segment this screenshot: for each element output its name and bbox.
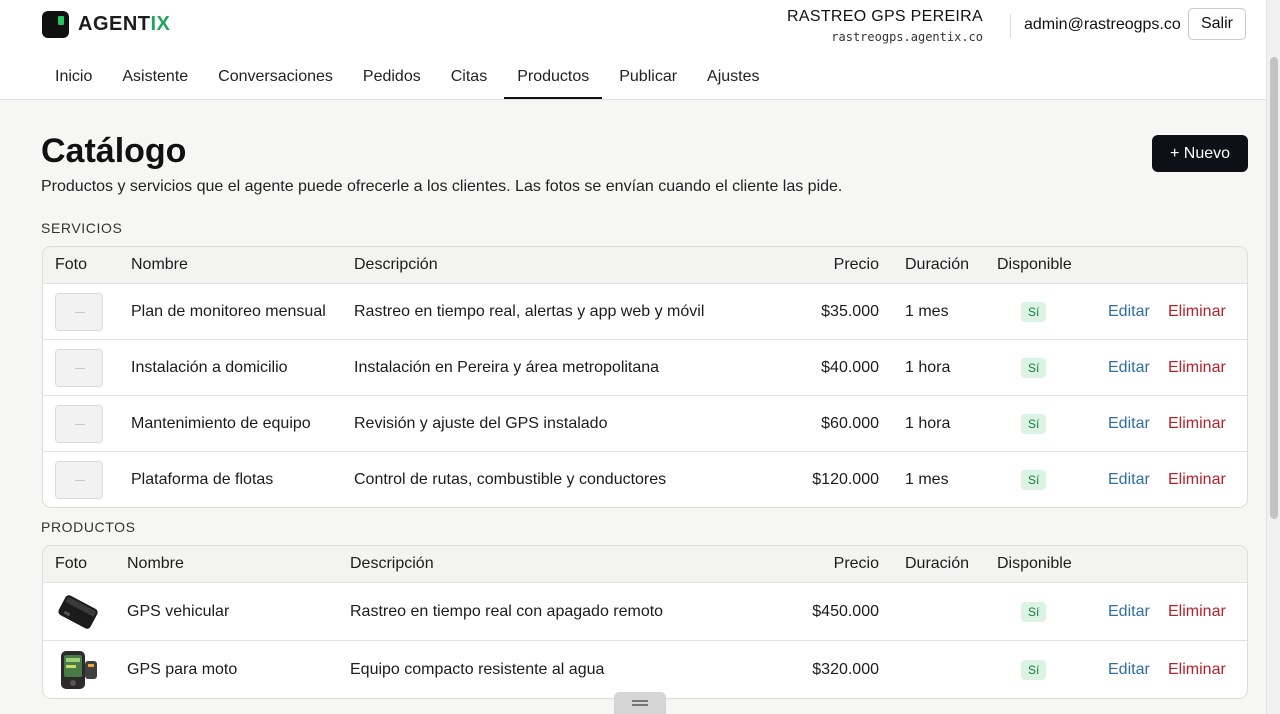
nav-item-publicar[interactable]: Publicar [606,60,690,99]
edit-link[interactable]: Editar [1108,661,1150,679]
gps-vehicle-device-icon[interactable] [55,591,101,633]
products-section-label: PRODUCTOS [41,519,136,535]
services-section-label: SERVICIOS [41,220,123,236]
item-price: $120.000 [812,470,879,488]
item-description: Rastreo en tiempo real, alertas y app we… [354,302,705,320]
new-item-button[interactable]: + Nuevo [1152,135,1248,172]
available-badge: Sí [1021,469,1047,490]
delete-link[interactable]: Eliminar [1168,471,1226,489]
column-header-name: Nombre [131,256,188,273]
top-header: AGENTIX RASTREO GPS PEREIRA rastreogps.a… [0,0,1266,100]
photo-placeholder-icon[interactable] [55,292,103,331]
delete-link[interactable]: Eliminar [1168,603,1226,621]
scrollbar-thumb[interactable] [1270,57,1278,519]
available-badge: Sí [1021,659,1047,680]
photo-placeholder-icon[interactable] [55,348,103,387]
column-header-duration: Duración [905,555,970,572]
account-info: RASTREO GPS PEREIRA rastreogps.agentix.c… [787,8,983,44]
table-row: Mantenimiento de equipo Revisión y ajust… [43,395,1247,451]
nav-item-citas[interactable]: Citas [438,60,500,99]
brand-name-prefix: AGENT [78,13,151,35]
column-header-price: Precio [833,256,879,273]
item-price: $60.000 [821,414,879,432]
drag-handle-icon[interactable] [614,692,666,714]
item-name: Instalación a domicilio [131,358,288,376]
edit-link[interactable]: Editar [1108,303,1150,321]
column-header-available: Disponible [997,256,1072,273]
brand-logo[interactable]: AGENTIX [42,11,170,38]
delete-link[interactable]: Eliminar [1168,415,1226,433]
logo-icon [42,11,69,38]
column-header-photo: Foto [55,555,88,572]
item-description: Equipo compacto resistente al agua [350,660,605,678]
item-duration: 1 hora [905,358,951,376]
business-domain: rastreogps.agentix.co [831,30,983,44]
nav-item-ajustes[interactable]: Ajustes [694,60,772,99]
column-header-price: Precio [833,555,879,572]
available-badge: Sí [1021,301,1047,322]
item-price: $40.000 [821,358,879,376]
available-badge: Sí [1021,601,1047,622]
available-badge: Sí [1021,357,1047,378]
photo-placeholder-icon[interactable] [55,460,103,499]
item-description: Rastreo en tiempo real con apagado remot… [350,602,664,620]
item-duration: 1 mes [905,470,949,488]
column-header-available: Disponible [997,555,1072,572]
item-duration: 1 mes [905,302,949,320]
item-description: Control de rutas, combustible y conducto… [354,470,667,488]
item-price: $320.000 [812,660,879,678]
nav-item-pedidos[interactable]: Pedidos [350,60,434,99]
table-row: GPS vehicular Rastreo en tiempo real con… [43,582,1247,640]
column-header-description: Descripción [350,555,434,572]
item-name: Plan de monitoreo mensual [131,302,326,320]
user-email: admin@rastreogps.co [1024,16,1181,33]
gps-moto-device-icon[interactable] [55,649,101,691]
edit-link[interactable]: Editar [1108,603,1150,621]
column-header-photo: Foto [55,256,88,273]
edit-link[interactable]: Editar [1108,471,1150,489]
delete-link[interactable]: Eliminar [1168,359,1226,377]
page-subtitle: Productos y servicios que el agente pued… [41,178,843,195]
brand-name-suffix: IX [150,13,171,35]
table-header: Foto Nombre Descripción Precio Duración … [43,546,1247,582]
item-price: $35.000 [821,302,879,320]
nav-item-productos[interactable]: Productos [504,60,603,99]
item-name: GPS para moto [127,660,238,678]
photo-placeholder-icon[interactable] [55,404,103,443]
services-table: Foto Nombre Descripción Precio Duración … [42,246,1248,508]
item-description: Revisión y ajuste del GPS instalado [354,414,608,432]
column-header-duration: Duración [905,256,970,273]
edit-link[interactable]: Editar [1108,415,1150,433]
available-badge: Sí [1021,413,1047,434]
item-name: Mantenimiento de equipo [131,414,311,432]
table-row: Plataforma de flotas Control de rutas, c… [43,451,1247,507]
item-name: Plataforma de flotas [131,470,274,488]
logout-button[interactable]: Salir [1188,8,1246,40]
item-name: GPS vehicular [127,602,230,620]
edit-link[interactable]: Editar [1108,359,1150,377]
nav-item-conversaciones[interactable]: Conversaciones [205,60,346,99]
table-row: GPS para moto Equipo compacto resistente… [43,640,1247,698]
nav-item-asistente[interactable]: Asistente [109,60,201,99]
page-title: Catálogo [41,132,187,170]
business-name: RASTREO GPS PEREIRA [787,8,983,25]
page-scrollbar[interactable] [1266,0,1280,714]
delete-link[interactable]: Eliminar [1168,303,1226,321]
item-price: $450.000 [812,602,879,620]
table-row: Instalación a domicilio Instalación en P… [43,339,1247,395]
column-header-name: Nombre [127,555,184,572]
main-nav: Inicio Asistente Conversaciones Pedidos … [42,60,773,100]
table-row: Plan de monitoreo mensual Rastreo en tie… [43,283,1247,339]
header-divider [1010,14,1011,38]
column-header-description: Descripción [354,256,438,273]
brand-name: AGENTIX [78,13,170,36]
item-duration: 1 hora [905,414,951,432]
delete-link[interactable]: Eliminar [1168,661,1226,679]
nav-item-inicio[interactable]: Inicio [42,60,105,99]
products-table: Foto Nombre Descripción Precio Duración … [42,545,1248,699]
table-header: Foto Nombre Descripción Precio Duración … [43,247,1247,283]
item-description: Instalación en Pereira y área metropolit… [354,358,660,376]
